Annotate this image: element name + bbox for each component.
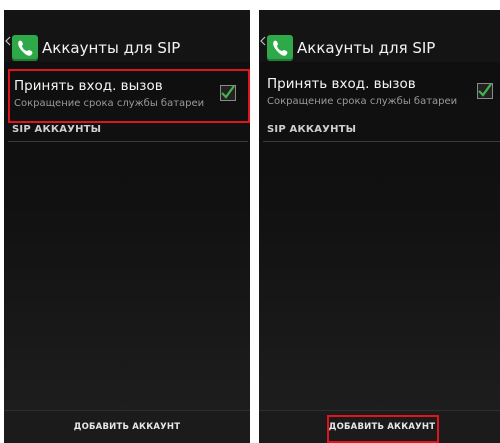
pref-title: Принять вход. вызов [14,78,163,94]
bottom-bar: ДОБАВИТЬ АККАУНТ [4,410,250,443]
screen-left: Аккаунты для SIP Принять вход. вызов Сок… [4,10,250,443]
section-header-sip-accounts: SIP АККАУНТЫ [12,124,102,135]
pref-summary: Сокращение срока службы батареи [267,96,458,107]
checkmark-icon [478,83,492,97]
pref-summary: Сокращение срока службы батареи [14,98,205,109]
highlight-frame [327,415,439,443]
accept-calls-checkbox[interactable] [220,85,236,101]
accept-calls-checkbox[interactable] [477,83,493,99]
phone-icon [12,35,38,61]
screen-right: Аккаунты для SIP Принять вход. вызов Сок… [259,10,500,443]
page-title: Аккаунты для SIP [297,39,436,57]
section-header-sip-accounts: SIP АККАУНТЫ [267,124,357,135]
phone-icon [267,35,293,61]
pref-title: Принять вход. вызов [267,76,416,92]
chevron-left-icon[interactable] [5,36,12,46]
action-bar[interactable]: Аккаунты для SIP [259,10,500,62]
add-account-button[interactable]: ДОБАВИТЬ АККАУНТ [4,411,250,443]
pref-accept-incoming-calls[interactable]: Принять вход. вызов Сокращение срока слу… [8,69,250,123]
page-title: Аккаунты для SIP [42,39,181,57]
chevron-left-icon[interactable] [260,36,267,46]
action-bar[interactable]: Аккаунты для SIP [4,10,250,62]
section-divider [8,141,248,142]
pref-accept-incoming-calls[interactable]: Принять вход. вызов Сокращение срока слу… [263,69,500,123]
checkmark-icon [221,85,235,99]
section-divider [263,141,500,142]
